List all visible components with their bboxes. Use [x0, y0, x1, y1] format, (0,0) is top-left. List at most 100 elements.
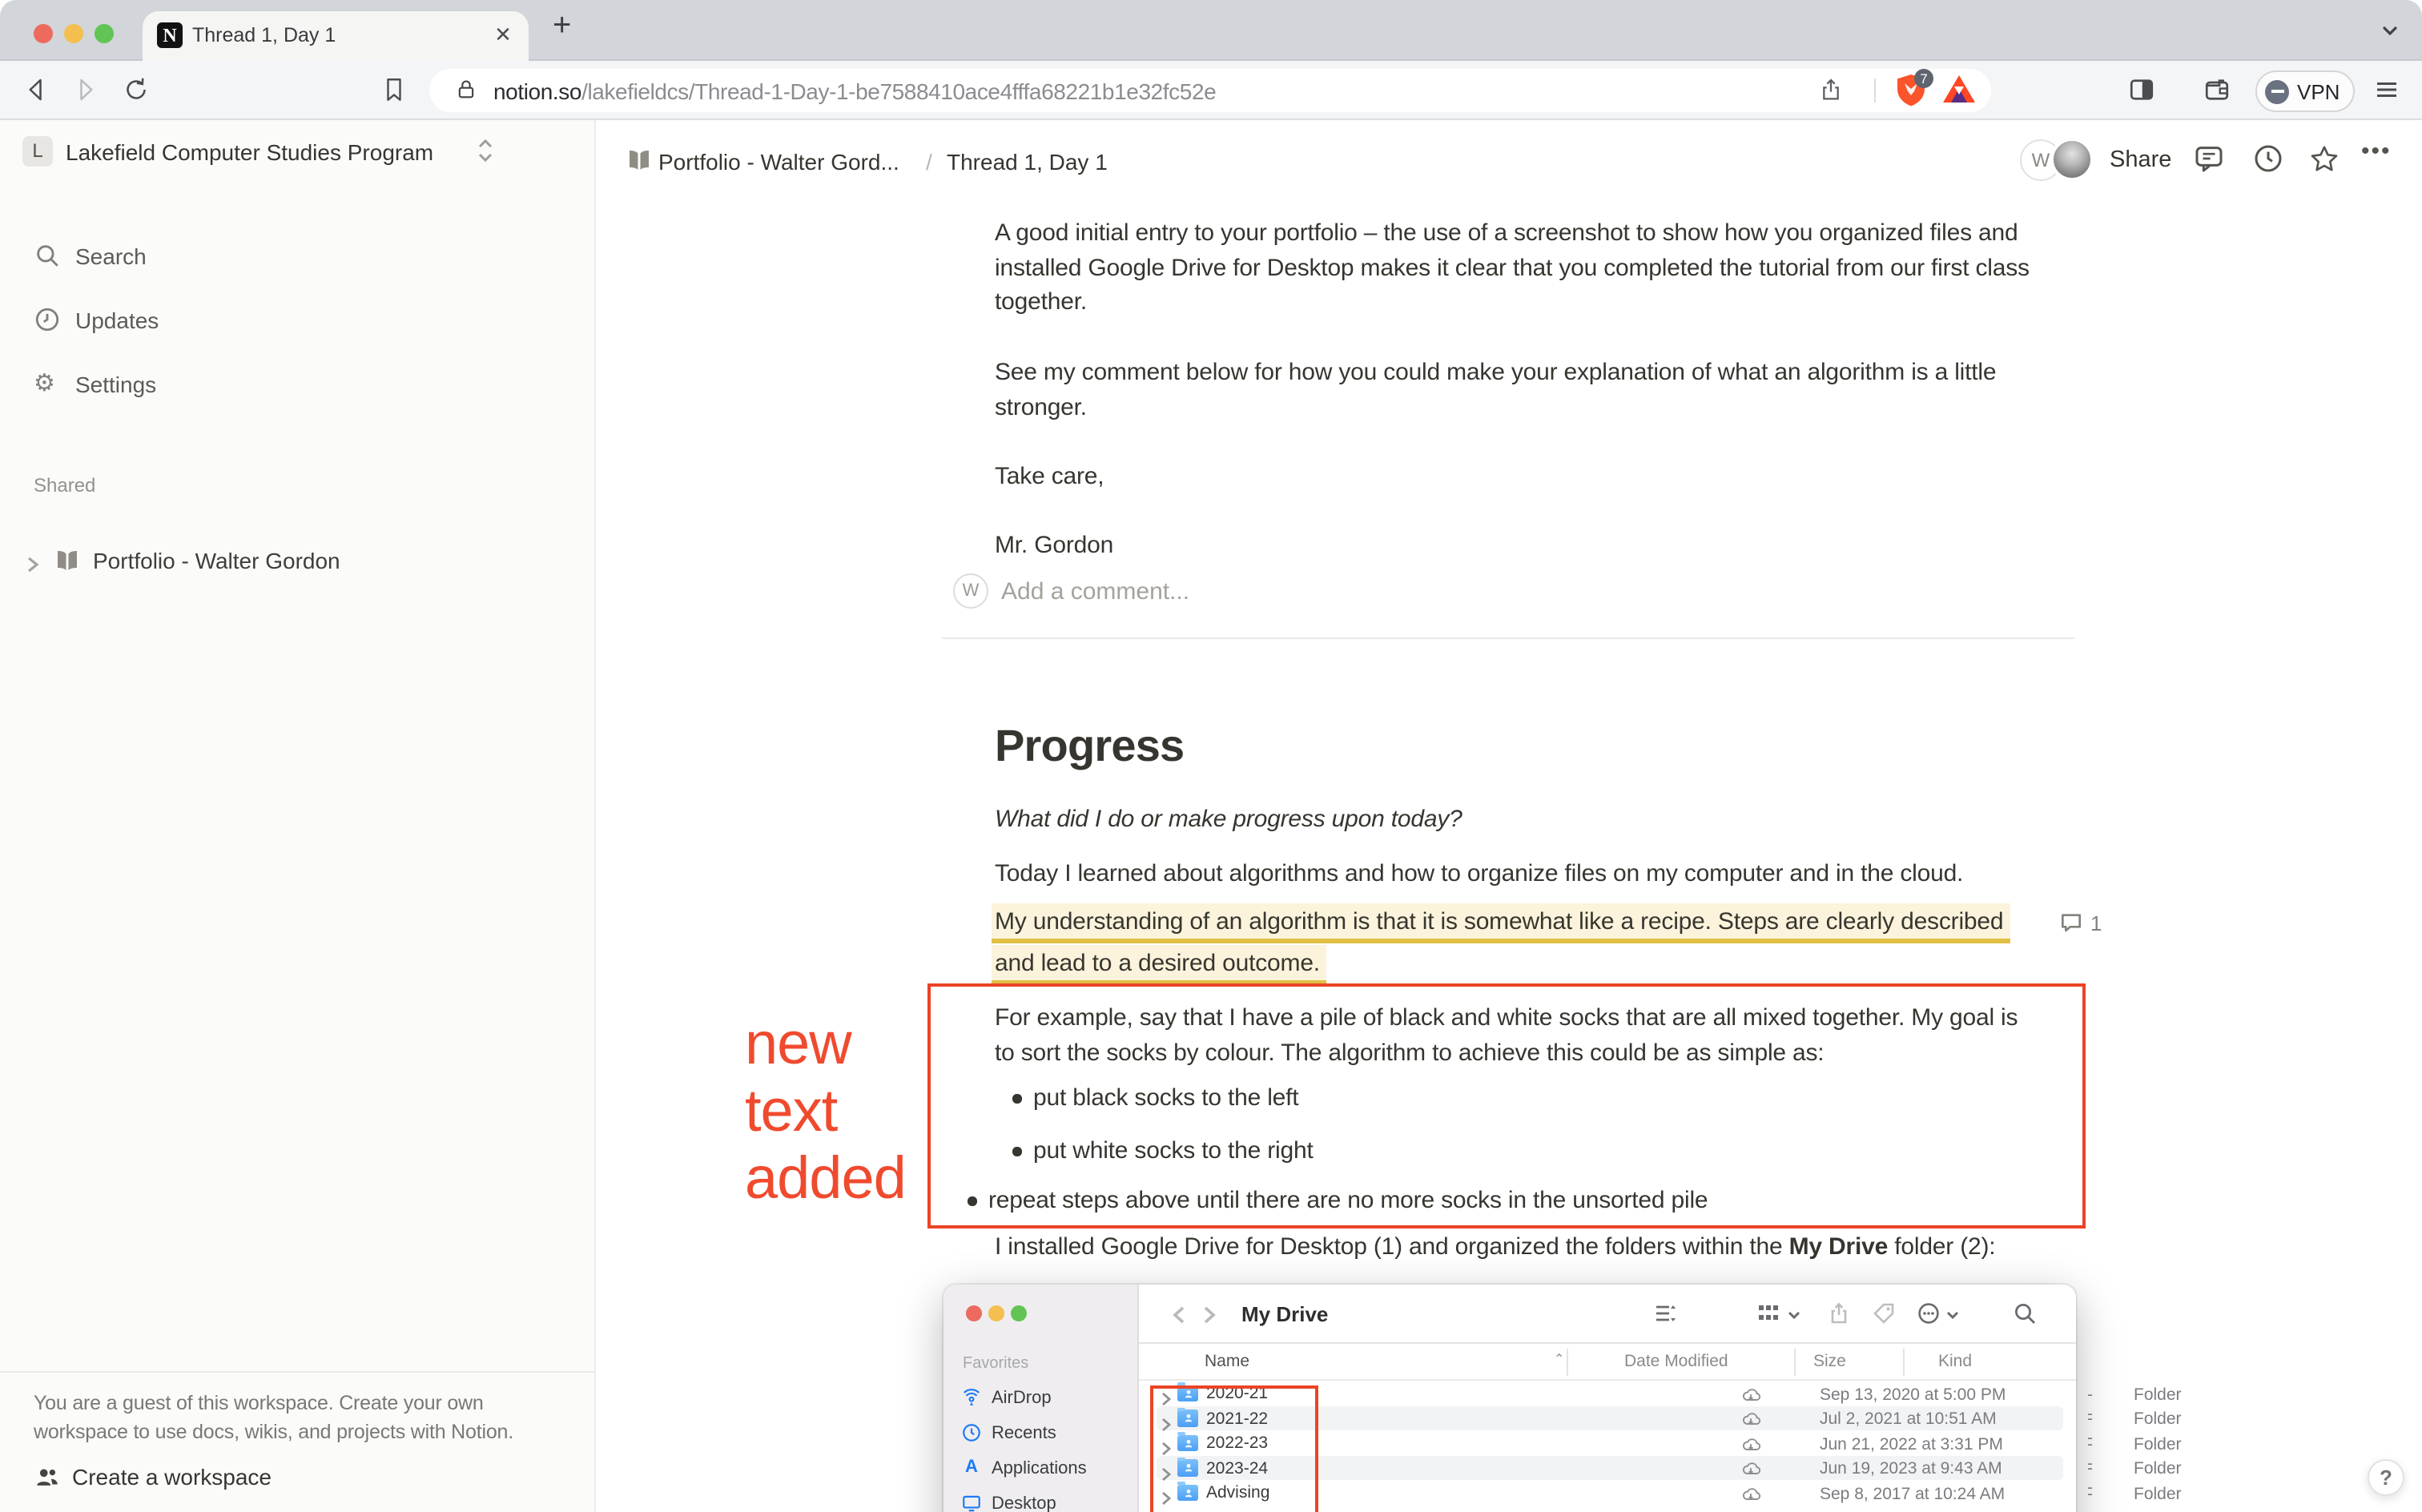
share-button[interactable]: Share	[2110, 147, 2171, 173]
wallet-icon[interactable]	[2203, 75, 2231, 104]
tab-overflow-chevron-icon[interactable]	[2380, 19, 2400, 48]
guest-note-line: You are a guest of this workspace. Creat…	[34, 1392, 484, 1414]
forward-button[interactable]	[70, 75, 99, 104]
more-options-icon[interactable]: •••	[2361, 138, 2392, 165]
text-segment-bold: My Drive	[1788, 1233, 1889, 1261]
sidebar-item-label: Updates	[75, 307, 159, 332]
favorite-star-icon[interactable]	[2308, 143, 2340, 175]
vpn-button[interactable]: VPN	[2255, 70, 2355, 112]
annotation-line: text	[745, 1078, 838, 1144]
comments-icon[interactable]	[2193, 143, 2225, 175]
bookmark-icon[interactable]	[380, 75, 408, 104]
text-line: together.	[995, 288, 1087, 316]
list-view-icon	[1655, 1302, 1677, 1325]
bullet-dot	[968, 1196, 976, 1205]
finder-sidebar: Favorites AirDrop Recents A Applications…	[943, 1285, 1139, 1512]
finder-sidebar-item-applications: A Applications	[943, 1453, 1139, 1485]
file-date: Jul 2, 2021 at 10:51 AM	[1820, 1409, 1997, 1429]
finder-zoom-button	[1011, 1305, 1027, 1321]
sidebar-item-label: Search	[75, 243, 147, 268]
browser-window: N Thread 1, Day 1 ✕ + notion.so/lakefiel…	[0, 0, 2422, 1512]
text-line: See my comment below for how you could m…	[995, 359, 1997, 386]
progress-question: What did I do or make progress upon toda…	[995, 806, 1462, 833]
cloud-download-icon	[1741, 1482, 1761, 1502]
notion-favicon-icon: N	[157, 22, 183, 48]
bullet-text: put black socks to the left	[1033, 1084, 1299, 1112]
search-icon	[34, 242, 61, 269]
sidebar-item-search[interactable]: Search	[0, 235, 596, 279]
cloud-download-icon	[1741, 1408, 1761, 1427]
add-comment-input[interactable]: Add a comment...	[1001, 578, 1189, 605]
finder-sidebar-item-airdrop: AirDrop	[943, 1382, 1139, 1414]
finder-screenshot: Favorites AirDrop Recents A Applications…	[943, 1285, 2182, 1512]
url-host: notion.so	[493, 78, 582, 104]
sidebar-toggle-icon[interactable]	[2127, 75, 2156, 104]
sort-ascending-icon: ⌃	[1554, 1352, 1565, 1366]
chevron-right-icon[interactable]	[26, 553, 40, 581]
share-page-icon[interactable]	[1818, 77, 1844, 103]
column-header-name: Name	[1205, 1352, 1250, 1371]
comment-avatar: W	[953, 573, 988, 609]
notion-app: L Lakefield Computer Studies Program Sea…	[0, 120, 2422, 1512]
inline-comment-indicator[interactable]: 1	[2058, 910, 2102, 939]
today-line: Today I learned about algorithms and how…	[995, 860, 1964, 887]
finder-minimize-button	[988, 1305, 1004, 1321]
user-avatar-photo[interactable]	[2050, 138, 2094, 181]
back-button[interactable]	[22, 75, 51, 104]
bullet-item: repeat steps above until there are no mo…	[968, 1184, 1708, 1219]
sidebar-item-portfolio[interactable]: Portfolio - Walter Gordon	[0, 540, 596, 583]
finder-forward-icon	[1203, 1304, 1216, 1333]
new-tab-button[interactable]: +	[553, 8, 571, 45]
browser-toolbar: notion.so/lakefieldcs/Thread-1-Day-1-be7…	[0, 61, 2422, 120]
browser-tab[interactable]: N Thread 1, Day 1 ✕	[143, 11, 529, 61]
close-window-button[interactable]	[34, 24, 53, 43]
chevron-down-icon	[1946, 1304, 1959, 1333]
finder-sidebar-label: Applications	[992, 1459, 1087, 1478]
sidebar-item-updates[interactable]: Updates	[0, 300, 596, 343]
divider	[942, 637, 2074, 639]
workspace-name[interactable]: Lakefield Computer Studies Program	[66, 139, 433, 165]
breadcrumb-current[interactable]: Thread 1, Day 1	[947, 149, 1108, 175]
people-icon	[34, 1464, 61, 1491]
favorites-label: Favorites	[963, 1355, 1029, 1373]
finder-sidebar-label: Desktop	[992, 1494, 1056, 1512]
help-button[interactable]: ?	[2368, 1459, 2404, 1496]
divider	[0, 1371, 596, 1373]
vpn-status-icon	[2265, 79, 2289, 103]
create-workspace-button[interactable]: Create a workspace	[72, 1464, 272, 1490]
file-kind: Folder	[2134, 1385, 2182, 1404]
url-bar[interactable]: notion.so/lakefieldcs/Thread-1-Day-1-be7…	[429, 69, 1991, 112]
bullet-text: repeat steps above until there are no mo…	[988, 1187, 1708, 1214]
reload-button[interactable]	[122, 75, 151, 104]
brave-shield-icon[interactable]: 7	[1895, 69, 1933, 107]
book-icon	[625, 146, 654, 175]
finder-column-headers: Name ⌃ Date Modified Size Kind	[1139, 1342, 2076, 1381]
file-size: --	[2087, 1484, 2093, 1512]
sidebar-item-settings[interactable]: ⚙ Settings	[0, 364, 596, 407]
comment-count: 1	[2090, 911, 2102, 935]
workspace-avatar[interactable]: L	[22, 136, 53, 167]
finder-sidebar-item-desktop: Desktop	[943, 1488, 1139, 1512]
file-date: Sep 8, 2017 at 10:24 AM	[1820, 1484, 2006, 1503]
shield-counter-badge: 7	[1914, 69, 1933, 88]
text-line: stronger.	[995, 393, 1087, 420]
text-segment: I installed Google Drive for Desktop (1)…	[995, 1233, 1789, 1261]
history-clock-icon[interactable]	[2252, 143, 2284, 175]
zoom-window-button[interactable]	[95, 24, 114, 43]
brave-rewards-icon[interactable]	[1943, 75, 1975, 104]
finder-window-title: My Drive	[1241, 1302, 1329, 1326]
finder-sidebar-item-recents: Recents	[943, 1418, 1139, 1450]
bullet-text: put white socks to the right	[1033, 1137, 1314, 1164]
cloud-download-icon	[1741, 1383, 1761, 1402]
breadcrumb-parent[interactable]: Portfolio - Walter Gord...	[658, 149, 899, 175]
workspace-switcher-chevron-icon[interactable]	[476, 133, 495, 176]
chevron-down-icon	[1788, 1304, 1800, 1333]
notion-main: Portfolio - Walter Gord... / Thread 1, D…	[597, 120, 2422, 1512]
minimize-window-button[interactable]	[64, 24, 83, 43]
finder-sidebar-label: AirDrop	[992, 1389, 1052, 1408]
tab-close-icon[interactable]: ✕	[490, 22, 516, 48]
example-paragraph: For example, say that I have a pile of b…	[995, 1001, 2116, 1070]
menu-hamburger-icon[interactable]	[2372, 75, 2401, 104]
group-view-icon	[1757, 1302, 1780, 1325]
finder-close-button	[966, 1305, 982, 1321]
